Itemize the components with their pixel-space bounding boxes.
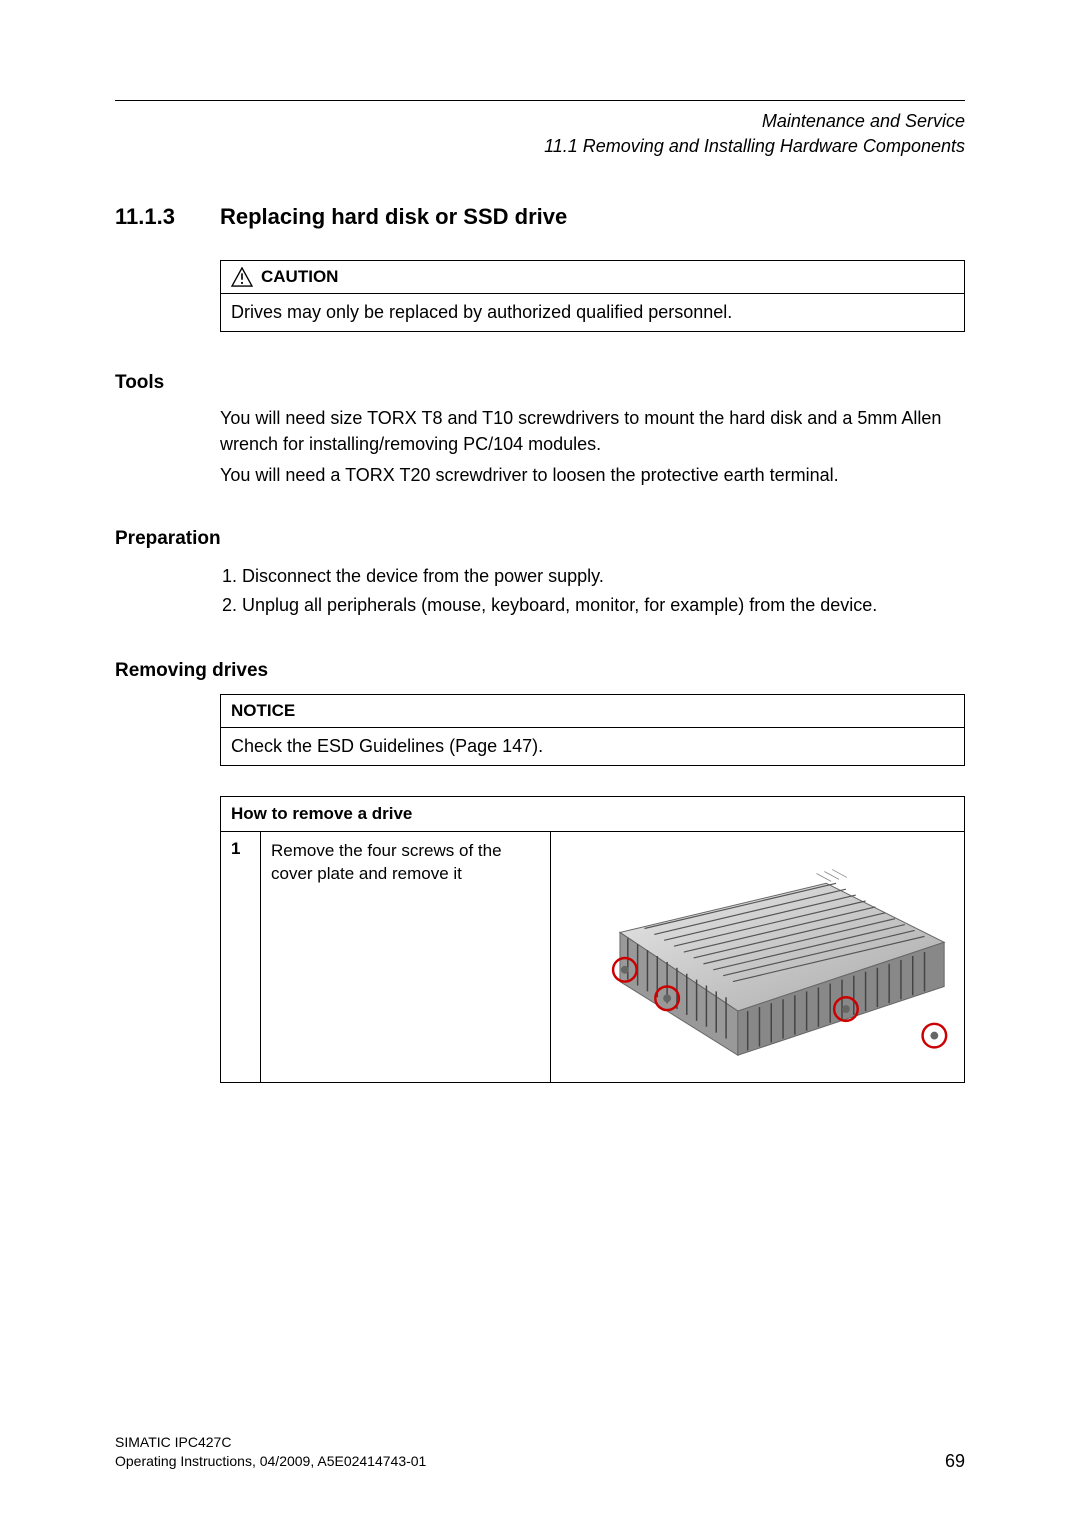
caution-text: Drives may only be replaced by authorize…	[221, 294, 964, 331]
table-step-number: 1	[221, 832, 261, 1082]
notice-text: Check the ESD Guidelines (Page 147).	[221, 728, 964, 765]
device-illustration	[561, 842, 954, 1072]
table-header: How to remove a drive	[221, 797, 964, 832]
header-section: 11.1 Removing and Installing Hardware Co…	[115, 134, 965, 159]
warning-icon	[231, 267, 253, 287]
preparation-list: Disconnect the device from the power sup…	[220, 562, 965, 620]
section-number: 11.1.3	[115, 204, 220, 230]
header-chapter: Maintenance and Service	[115, 109, 965, 134]
removing-drives-heading: Removing drives	[115, 660, 965, 682]
footer: SIMATIC IPC427C Operating Instructions, …	[115, 1433, 965, 1472]
notice-box: NOTICE Check the ESD Guidelines (Page 14…	[220, 694, 965, 766]
footer-page-number: 69	[945, 1451, 965, 1472]
section-title: Replacing hard disk or SSD drive	[220, 204, 567, 230]
remove-drive-table: How to remove a drive 1 Remove the four …	[220, 796, 965, 1083]
caution-box: CAUTION Drives may only be replaced by a…	[220, 260, 965, 332]
footer-docinfo: Operating Instructions, 04/2009, A5E0241…	[115, 1452, 426, 1472]
preparation-item-2: Unplug all peripherals (mouse, keyboard,…	[242, 591, 965, 620]
preparation-heading: Preparation	[115, 528, 965, 550]
header-divider	[115, 100, 965, 101]
footer-product: SIMATIC IPC427C	[115, 1433, 426, 1453]
caution-label: CAUTION	[261, 267, 338, 287]
tools-text-2: You will need a TORX T20 screwdriver to …	[220, 463, 965, 488]
table-step-image-cell	[551, 832, 964, 1082]
notice-label: NOTICE	[231, 701, 295, 721]
preparation-item-1: Disconnect the device from the power sup…	[242, 562, 965, 591]
tools-text-1: You will need size TORX T8 and T10 screw…	[220, 406, 965, 456]
section-title-row: 11.1.3 Replacing hard disk or SSD drive	[115, 204, 965, 230]
table-row: 1 Remove the four screws of the cover pl…	[221, 832, 964, 1082]
table-step-desc: Remove the four screws of the cover plat…	[261, 832, 551, 1082]
tools-heading: Tools	[115, 372, 965, 394]
